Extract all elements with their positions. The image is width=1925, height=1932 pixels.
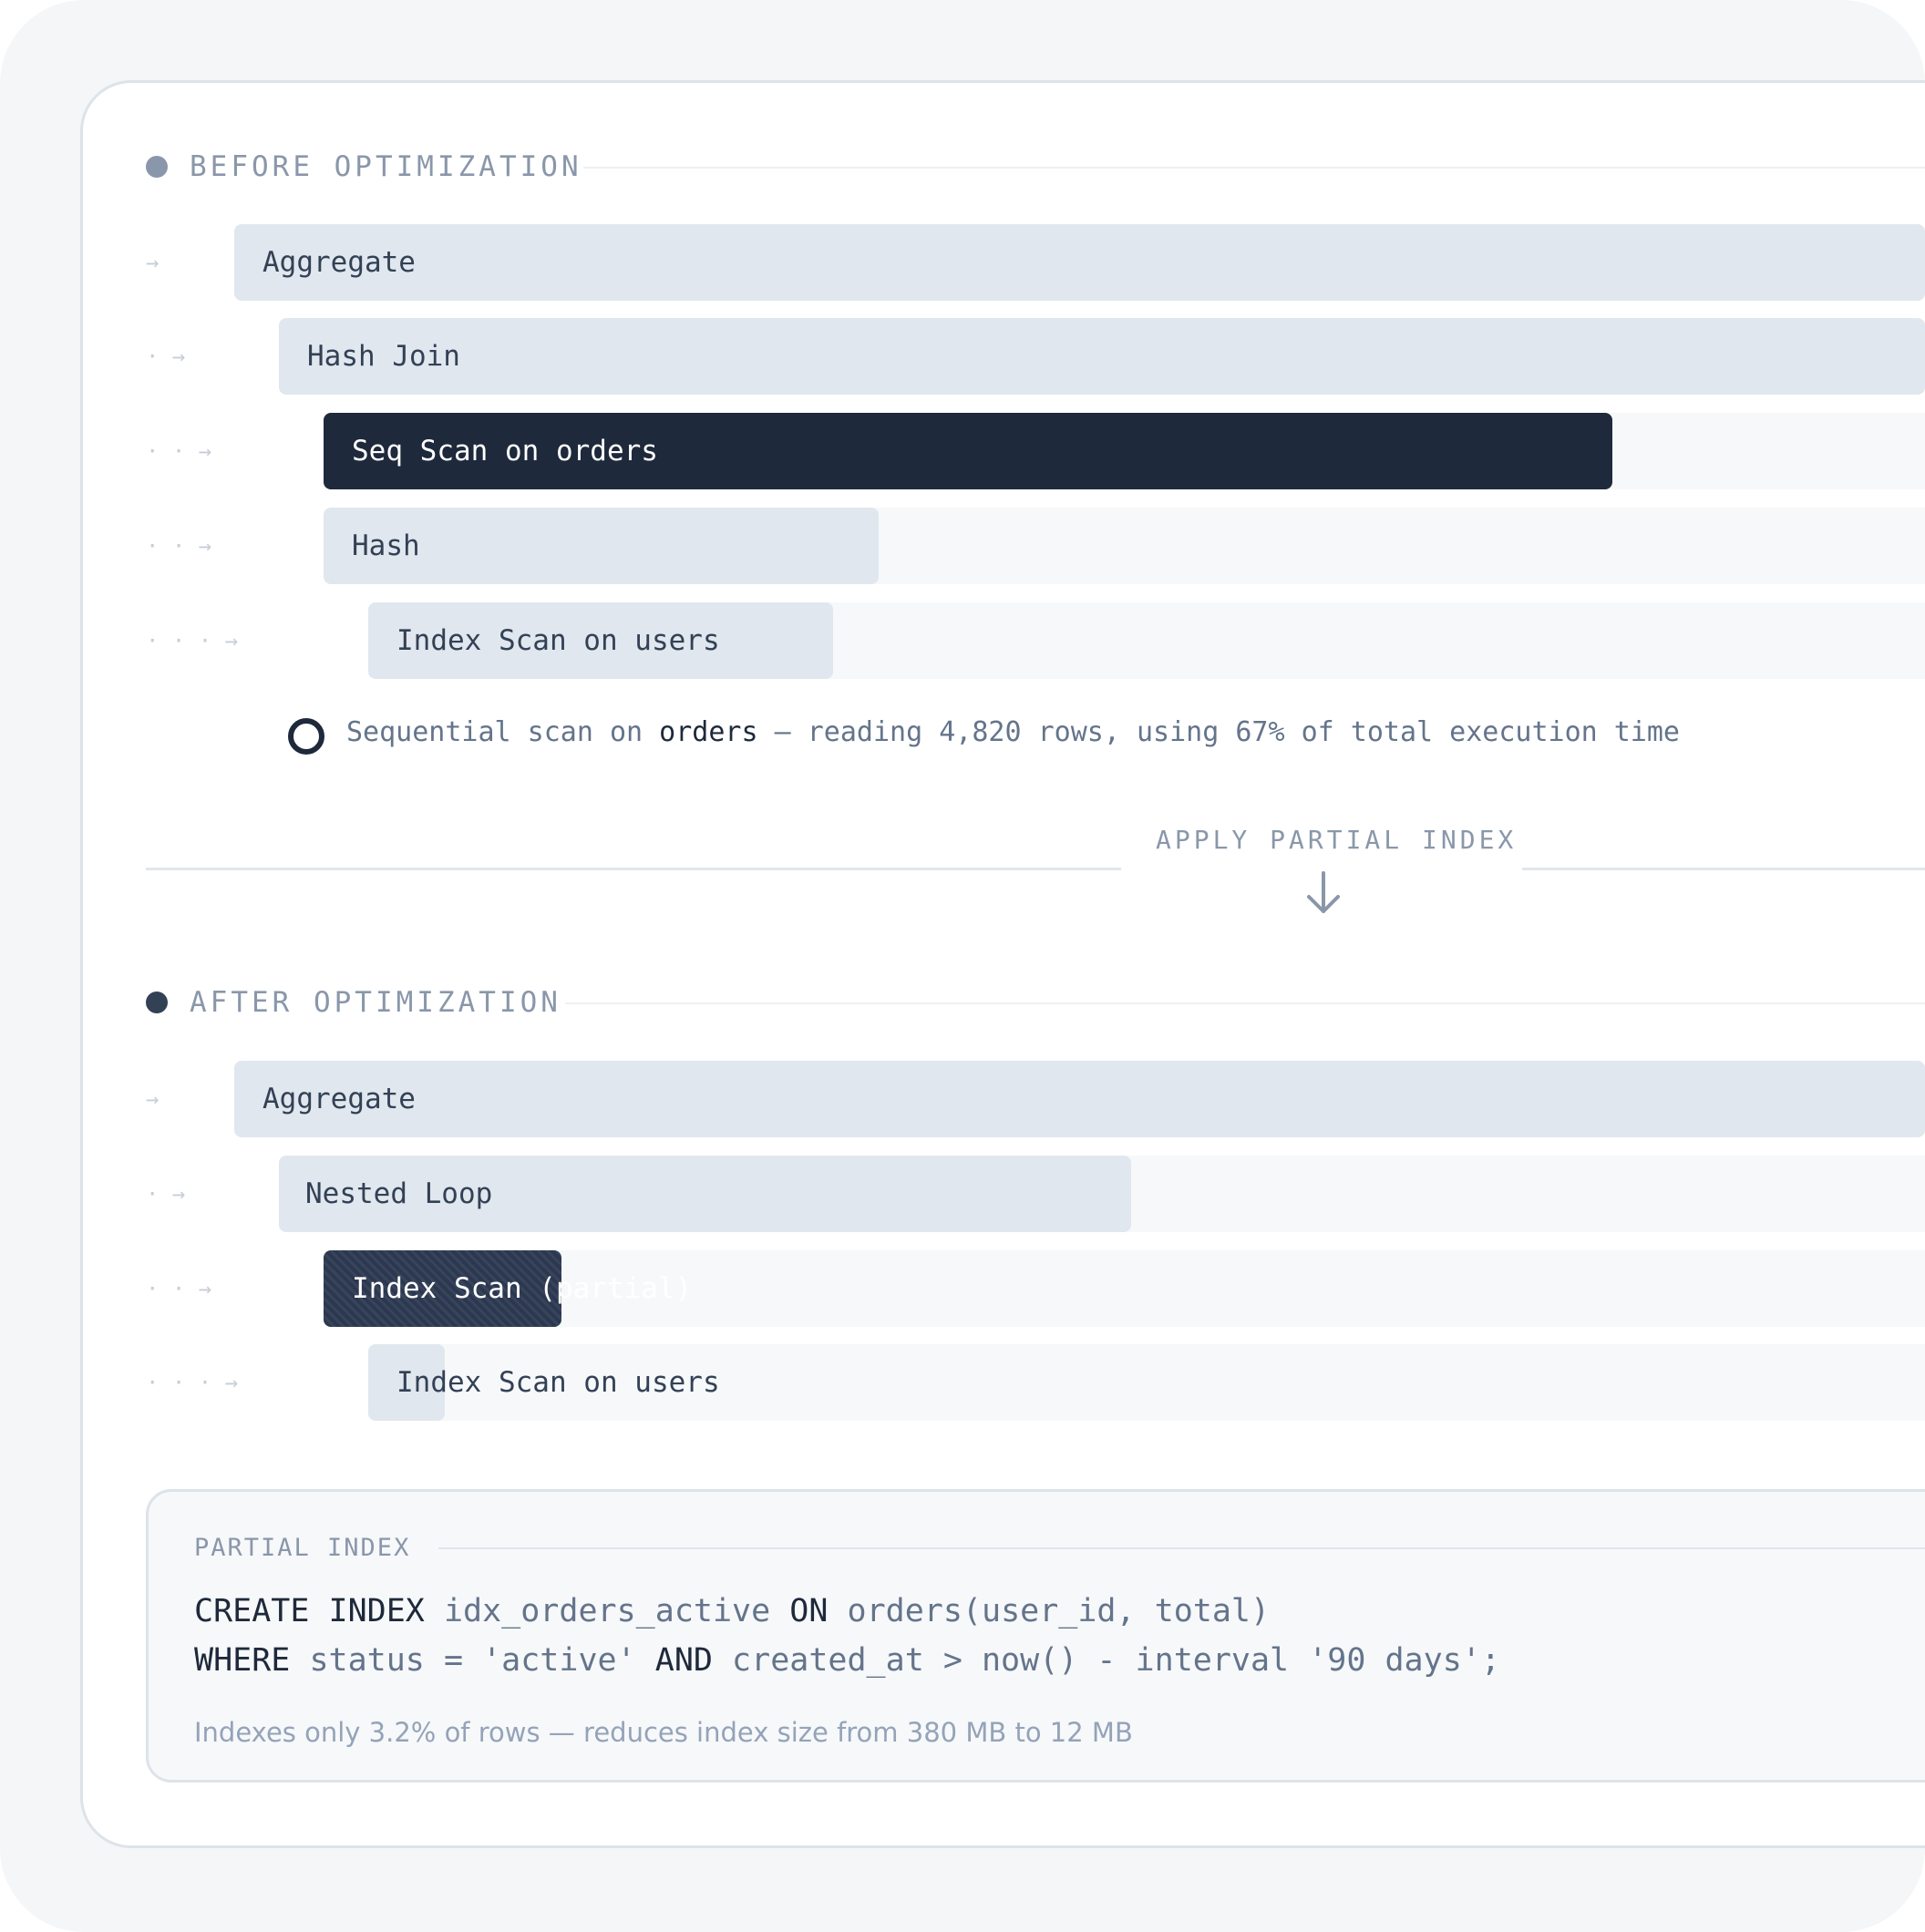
plan-row-before-hash-join[interactable]: · → Hash Join (0, 318, 1925, 395)
tree-guide-arrow: → (146, 250, 160, 275)
tree-guide-arrow: · · → (146, 1276, 212, 1301)
sql-line-create: CREATE INDEX idx_orders_active ON orders… (194, 1587, 1270, 1636)
divider-line-right (1522, 868, 1925, 870)
sql-condition: created_at > now() - interval '90 days'; (732, 1642, 1500, 1679)
plan-row-before-index-scan-users[interactable]: · · · → Index Scan on users (0, 602, 1925, 679)
sql-keyword: ON (789, 1593, 829, 1629)
partial-index-panel: PARTIAL INDEX CREATE INDEX idx_orders_ac… (146, 1489, 1925, 1783)
sql-keyword: AND (654, 1642, 713, 1679)
sql-index-name: idx_orders_active (443, 1593, 771, 1629)
sql-keyword: CREATE INDEX (194, 1593, 425, 1629)
partial-index-label: PARTIAL INDEX (194, 1534, 411, 1562)
before-status-dot-icon (146, 156, 168, 178)
sql-keyword: WHERE (194, 1642, 291, 1679)
cost-bar (279, 318, 1925, 395)
plan-row-after-aggregate[interactable]: → Aggregate (0, 1061, 1925, 1137)
cost-bar (234, 224, 1925, 301)
plan-node-label: Hash Join (307, 340, 460, 373)
plan-node-label: Aggregate (262, 1083, 416, 1115)
after-section-header: AFTER OPTIMIZATION (146, 982, 1925, 1023)
apply-index-divider: APPLY PARTIAL INDEX (146, 818, 1925, 919)
cost-bar (234, 1061, 1925, 1137)
note-suffix: — reading 4,820 rows, using 67% of total… (774, 716, 1680, 748)
panel-rule (438, 1547, 1925, 1549)
plan-row-after-nested-loop[interactable]: · → Nested Loop (0, 1156, 1925, 1232)
plan-node-label: Index Scan on users (396, 624, 720, 657)
arrow-down-icon (1307, 871, 1340, 913)
sql-target: orders(user_id, total) (847, 1593, 1271, 1629)
tree-guide-arrow: · · → (146, 533, 212, 559)
section-rule (565, 1002, 1925, 1004)
sql-line-where: WHERE status = 'active' AND created_at >… (194, 1636, 1500, 1685)
tree-guide-arrow: · · · → (146, 628, 239, 653)
tree-guide-arrow: → (146, 1086, 160, 1112)
after-section-title: AFTER OPTIMIZATION (190, 986, 561, 1019)
plan-row-after-index-scan-users[interactable]: · · · → Index Scan on users (0, 1344, 1925, 1421)
note-prefix: Sequential scan on (346, 716, 643, 748)
before-section-header: BEFORE OPTIMIZATION (146, 147, 1925, 187)
partial-index-caption: Indexes only 3.2% of rows — reduces inde… (194, 1717, 1133, 1748)
plan-node-label: Aggregate (262, 246, 416, 279)
plan-node-label: Index Scan (partial) (352, 1272, 693, 1305)
plan-row-before-seq-scan[interactable]: · · → Seq Scan on orders (0, 413, 1925, 489)
plan-node-label: Seq Scan on orders (352, 435, 658, 468)
tree-guide-arrow: · · · → (146, 1370, 239, 1395)
bottleneck-message: Sequential scan on orders — reading 4,82… (346, 711, 1680, 755)
app-background: BEFORE OPTIMIZATION → Aggregate · → Hash… (0, 0, 1925, 1932)
note-table-name: orders (659, 716, 758, 748)
plan-node-label: Hash (352, 529, 420, 562)
section-rule (583, 167, 1925, 169)
tree-guide-arrow: · → (146, 344, 186, 369)
before-section-title: BEFORE OPTIMIZATION (190, 150, 582, 183)
bottleneck-note: Sequential scan on orders — reading 4,82… (288, 711, 1920, 756)
after-status-dot-icon (146, 992, 168, 1013)
bottleneck-ring-icon (288, 718, 324, 755)
sql-condition: status = 'active' (309, 1642, 636, 1679)
plan-row-after-index-scan-partial[interactable]: · · → Index Scan (partial) (0, 1250, 1925, 1327)
plan-row-before-hash[interactable]: · · → Hash (0, 508, 1925, 584)
plan-node-label: Nested Loop (305, 1177, 493, 1210)
plan-node-label: Index Scan on users (396, 1366, 720, 1399)
plan-row-before-aggregate[interactable]: → Aggregate (0, 224, 1925, 301)
tree-guide-arrow: · → (146, 1181, 186, 1207)
divider-line-left (146, 868, 1121, 870)
tree-guide-arrow: · · → (146, 438, 212, 464)
divider-title: APPLY PARTIAL INDEX (1156, 825, 1518, 855)
